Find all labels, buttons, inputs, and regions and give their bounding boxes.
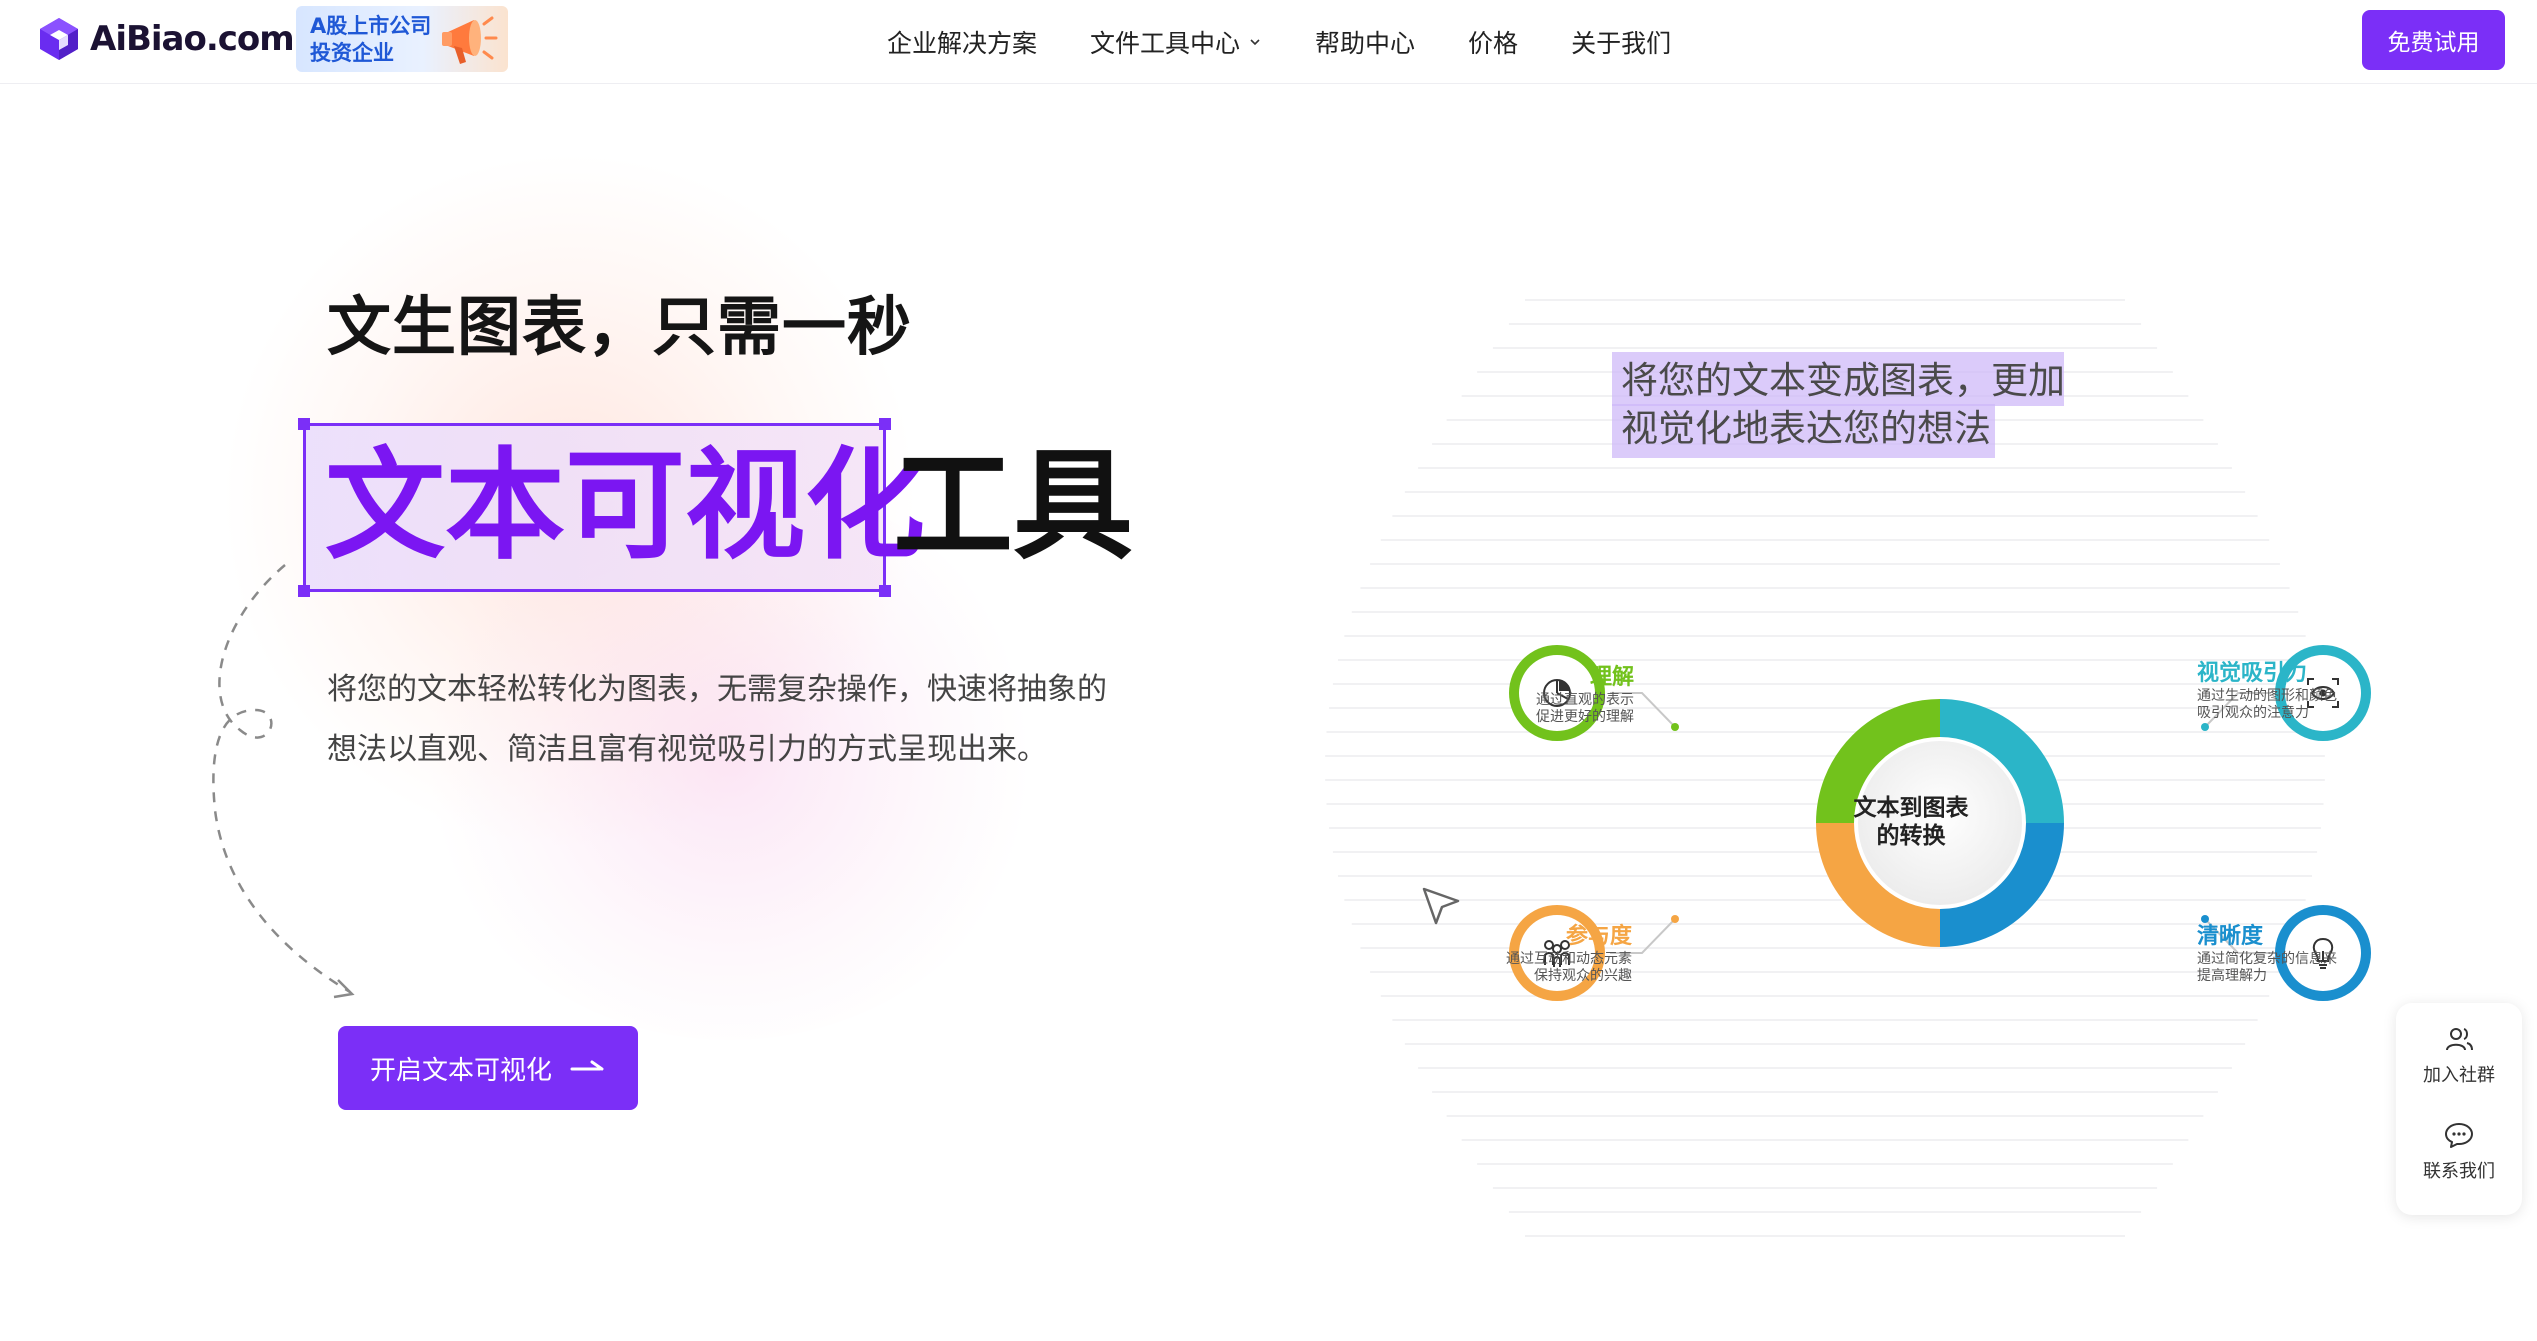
chat-bubble-icon	[2445, 1123, 2473, 1148]
nav-pricing[interactable]: 价格	[1468, 24, 1518, 60]
illustration-tagline: 将您的文本变成图表，更加 视觉化地表达您的想法	[1621, 357, 2065, 453]
selection-handle	[879, 418, 891, 430]
nav-label: 帮助中心	[1315, 29, 1416, 58]
center-line-1: 文本到图表	[1853, 795, 1969, 821]
badge-line-2: 投资企业	[310, 41, 394, 65]
megaphone-icon	[442, 16, 498, 64]
badge-line-1: A股上市公司	[310, 14, 432, 38]
logo-wordmark: AiBiao.com	[90, 19, 295, 59]
desc-line: 促进更好的理解	[1536, 709, 1634, 725]
node-desc-understanding: 通过直观的表示 促进更好的理解	[1536, 692, 1634, 726]
node-desc-clarity: 通过简化复杂的信息来 提高理解力	[2197, 951, 2337, 985]
center-line-2: 的转换	[1876, 823, 1946, 849]
nav-enterprise-solutions[interactable]: 企业解决方案	[887, 24, 1037, 60]
free-trial-button[interactable]: 免费试用	[2362, 10, 2505, 70]
nav-label: 文件工具中心	[1090, 29, 1241, 58]
node-title-engagement: 参与度	[1565, 924, 1632, 949]
arrow-right-icon	[570, 1060, 604, 1071]
floating-contact-widget: 加入社群 联系我们	[2396, 1003, 2522, 1215]
nav-label: 企业解决方案	[887, 29, 1038, 58]
selection-handle	[298, 418, 310, 430]
users-icon	[2446, 1028, 2473, 1051]
desc-line: 通过生动的图形和颜色	[2197, 688, 2337, 704]
main-nav: 企业解决方案 文件工具中心 帮助中心 价格 关于我们	[887, 24, 1724, 60]
node-title-visual-appeal: 视觉吸引力	[2197, 661, 2308, 686]
site-header: AiBiao.com A股上市公司 投资企业 企业解决方案 文件工具中心 帮助中…	[0, 0, 2537, 84]
join-community-button[interactable]: 加入社群	[2396, 1023, 2522, 1087]
tagline-line-2: 视觉化地表达您的想法	[1621, 407, 1991, 450]
listed-company-badge[interactable]: A股上市公司 投资企业	[296, 6, 508, 72]
contact-us-label: 联系我们	[2423, 1161, 2495, 1182]
chevron-down-icon	[1250, 39, 1260, 46]
dashed-arrow-decoration	[212, 564, 355, 999]
hero-description: 将您的文本轻松转化为图表，无需复杂操作，快速将抽象的想法以直观、简洁且富有视觉吸…	[327, 672, 1107, 767]
cursor-pointer-icon	[1422, 887, 1460, 925]
join-community-label: 加入社群	[2423, 1065, 2495, 1086]
cta-label: 开启文本可视化	[369, 1055, 552, 1086]
node-title-understanding: 理解	[1589, 665, 1634, 690]
selection-handle	[879, 585, 891, 597]
cube-logo-icon	[40, 18, 78, 60]
desc-line: 通过直观的表示	[1536, 692, 1634, 708]
desc-line: 通过简化复杂的信息来	[2197, 951, 2337, 967]
nav-label: 价格	[1468, 29, 1519, 58]
desc-line: 保持观众的兴趣	[1534, 968, 1632, 984]
node-desc-engagement: 通过互动和动态元素 保持观众的兴趣	[1506, 951, 1632, 985]
diagram-center-label: 文本到图表 的转换	[1841, 794, 1981, 850]
nav-about-us[interactable]: 关于我们	[1571, 24, 1671, 60]
desc-line: 通过互动和动态元素	[1506, 951, 1632, 967]
tagline-line-1: 将您的文本变成图表，更加	[1621, 359, 2065, 402]
nav-help-center[interactable]: 帮助中心	[1315, 24, 1415, 60]
nav-label: 关于我们	[1571, 29, 1672, 58]
hero-title-tail: 工具	[893, 437, 1133, 576]
hero-subtitle: 文生图表，只需一秒	[327, 291, 912, 365]
contact-us-button[interactable]: 联系我们	[2396, 1119, 2522, 1183]
site-logo[interactable]: AiBiao.com	[36, 16, 295, 62]
node-title-clarity: 清晰度	[2197, 924, 2264, 949]
desc-line: 提高理解力	[2197, 968, 2267, 984]
desc-line: 吸引观众的注意力	[2197, 705, 2309, 721]
node-desc-visual-appeal: 通过生动的图形和颜色 吸引观众的注意力	[2197, 688, 2337, 722]
nav-file-tools[interactable]: 文件工具中心	[1090, 24, 1262, 60]
start-visualization-button[interactable]: 开启文本可视化	[338, 1026, 638, 1110]
hero-title-highlight: 文本可视化	[325, 437, 925, 576]
